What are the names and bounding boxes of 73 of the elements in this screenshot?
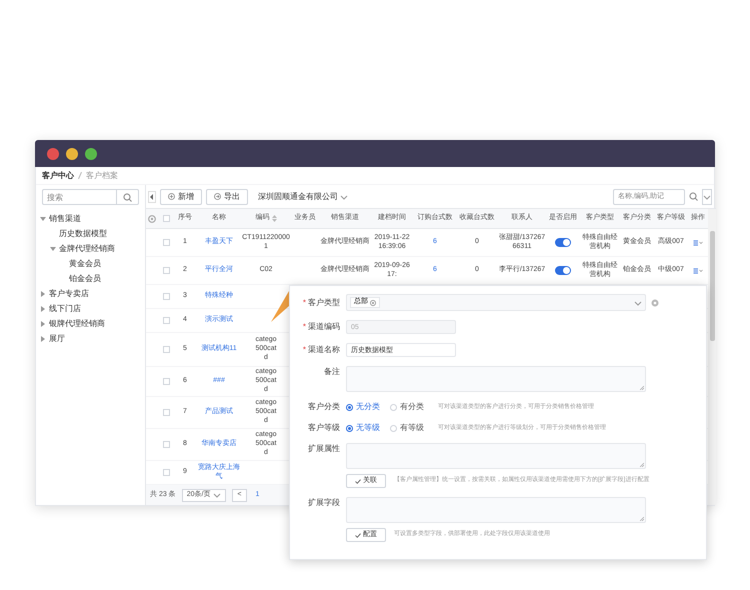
resize-grip-icon: [640, 386, 644, 390]
search-field[interactable]: 搜索: [42, 189, 117, 205]
tree-item[interactable]: 铂金会员: [69, 272, 101, 284]
export-button[interactable]: 导出: [206, 188, 248, 204]
breadcrumb-separator-icon: [78, 172, 82, 179]
check-icon: [355, 478, 361, 484]
close-icon[interactable]: [47, 148, 59, 160]
toggle-switch[interactable]: [555, 238, 571, 247]
maximize-icon[interactable]: [85, 148, 97, 160]
checkbox[interactable]: [162, 267, 170, 274]
tree-item[interactable]: 黄金会员: [69, 258, 101, 270]
caret-right-icon[interactable]: [40, 290, 46, 296]
company-dropdown[interactable]: 深圳固顺通金有限公司: [258, 190, 348, 202]
checkbox[interactable]: [162, 317, 170, 324]
caret-down-icon: [634, 300, 642, 306]
checkbox[interactable]: [162, 378, 170, 385]
tree-item[interactable]: 金牌代理经销商: [59, 242, 115, 254]
caret-right-icon[interactable]: [40, 336, 46, 342]
close-icon[interactable]: [370, 300, 376, 306]
list-menu-icon[interactable]: [693, 240, 703, 246]
field-label: 备注: [324, 366, 340, 378]
help-icon[interactable]: [651, 298, 659, 306]
tree-item[interactable]: 销售渠道: [49, 212, 81, 224]
checkbox[interactable]: [162, 409, 170, 416]
arrow-circle-icon: [214, 193, 221, 200]
tree-item[interactable]: 线下门店: [49, 302, 81, 314]
field-label: 客户分类: [308, 401, 340, 413]
radio-option[interactable]: 无等级: [346, 422, 380, 434]
radio-option[interactable]: 有等级: [390, 422, 424, 434]
scrollbar[interactable]: [708, 209, 716, 505]
field-label: 扩展字段: [308, 497, 340, 509]
field-label: 渠道名称: [308, 344, 340, 356]
checkbox[interactable]: [162, 441, 170, 448]
radio-option[interactable]: 无分类: [346, 401, 380, 413]
checkbox[interactable]: [162, 346, 170, 353]
collapse-icon[interactable]: [148, 190, 156, 202]
caret-right-icon[interactable]: [40, 306, 46, 312]
tree-item[interactable]: 银牌代理经销商: [49, 318, 105, 330]
field-label: 客户等级: [308, 422, 340, 434]
toggle-switch[interactable]: [555, 266, 571, 275]
search-icon[interactable]: [689, 192, 698, 201]
required-mark: *: [302, 344, 306, 356]
minimize-icon[interactable]: [66, 148, 78, 160]
search-icon: [123, 192, 132, 202]
caret-right-icon[interactable]: [40, 320, 46, 326]
caret-down-icon: [340, 194, 348, 200]
tree-item[interactable]: 展厅: [49, 332, 65, 344]
checkbox[interactable]: [162, 293, 170, 300]
resize-grip-icon: [640, 517, 644, 521]
search-button[interactable]: [117, 189, 139, 205]
add-button[interactable]: 新增: [160, 188, 202, 204]
required-mark: *: [302, 296, 306, 308]
caret-down-icon[interactable]: [702, 188, 712, 204]
list-menu-icon[interactable]: [693, 268, 703, 274]
tree-item[interactable]: 历史数据模型: [59, 228, 107, 240]
field-label: 客户类型: [308, 296, 340, 308]
tree-item[interactable]: 客户专卖店: [49, 288, 89, 300]
sort-icon[interactable]: [272, 215, 276, 222]
settings-icon[interactable]: [148, 214, 156, 222]
breadcrumb-item[interactable]: 客户中心: [42, 170, 74, 182]
field-label: 扩展属性: [308, 443, 340, 455]
caret-down-icon[interactable]: [50, 246, 56, 252]
field-label: 渠道编码: [308, 321, 340, 333]
check-icon: [355, 532, 361, 538]
checkbox[interactable]: [162, 215, 170, 222]
required-mark: *: [302, 321, 306, 333]
caret-down-icon: [213, 492, 222, 498]
caret-down-icon[interactable]: [40, 216, 46, 222]
checkbox[interactable]: [162, 469, 170, 476]
plus-circle-icon: [168, 193, 175, 200]
radio-option[interactable]: 有分类: [390, 401, 424, 413]
checkbox[interactable]: [162, 239, 170, 246]
resize-grip-icon: [640, 463, 644, 467]
